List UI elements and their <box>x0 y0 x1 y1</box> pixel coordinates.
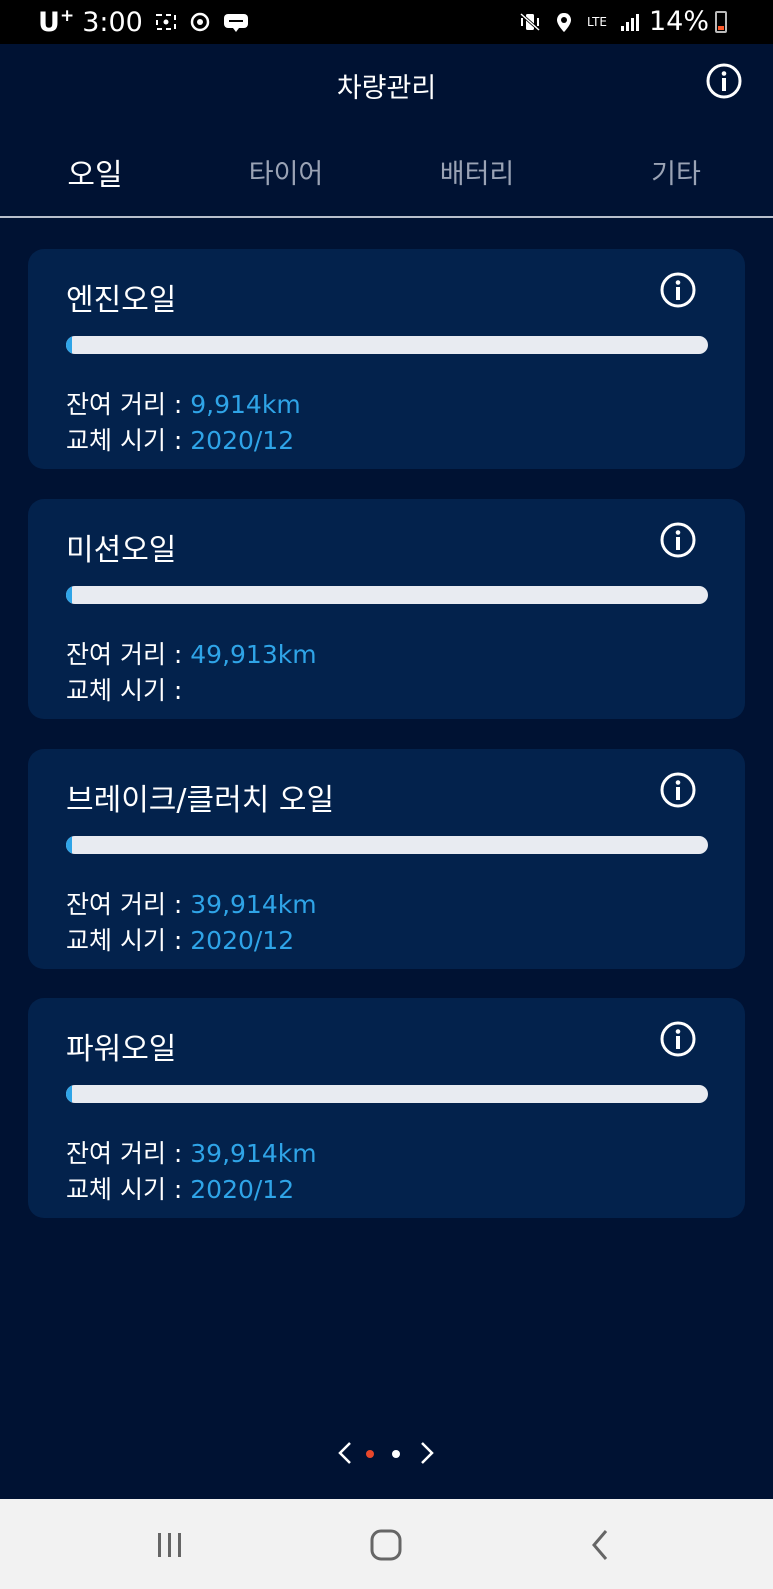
engine-oil-card: 엔진오일 잔여 거리 : 9,914km 교체 시기 : 2020/12 <box>28 249 745 469</box>
network-type: LTE <box>587 14 607 29</box>
progress-fill <box>66 836 73 854</box>
card-title: 브레이크/클러치 오일 <box>66 783 335 818</box>
replacement-date: 교체 시기 : <box>66 676 183 705</box>
page-indicator <box>0 1440 773 1470</box>
remaining-progress-bar <box>66 836 708 854</box>
back-icon[interactable] <box>582 1527 622 1563</box>
info-icon[interactable] <box>705 62 743 100</box>
progress-fill <box>66 336 73 354</box>
info-icon[interactable] <box>659 521 697 559</box>
tab-tire[interactable]: 타이어 <box>206 152 366 191</box>
card-title: 엔진오일 <box>66 283 177 318</box>
page-dot-1[interactable] <box>366 1450 374 1458</box>
info-icon[interactable] <box>659 1020 697 1058</box>
remaining-distance: 잔여 거리 : 49,913km <box>66 640 317 669</box>
home-icon[interactable] <box>366 1527 406 1563</box>
carrier-label: U+ <box>38 6 75 38</box>
chevron-left-icon[interactable] <box>336 1440 354 1466</box>
signal-icon <box>620 13 639 31</box>
sync-icon <box>190 12 210 32</box>
progress-fill <box>66 1085 73 1103</box>
blog-icon <box>223 14 248 32</box>
remaining-distance: 잔여 거리 : 9,914km <box>66 390 301 419</box>
tab-battery[interactable]: 배터리 <box>397 152 557 191</box>
vibrate-mute-icon <box>520 12 541 31</box>
battery-icon <box>715 10 727 33</box>
card-title: 파워오일 <box>66 1032 177 1067</box>
replacement-date: 교체 시기 : 2020/12 <box>66 926 295 955</box>
remaining-progress-bar <box>66 1085 708 1103</box>
replacement-date: 교체 시기 : 2020/12 <box>66 426 295 455</box>
info-icon[interactable] <box>659 771 697 809</box>
brake-clutch-oil-card: 브레이크/클러치 오일 잔여 거리 : 39,914km 교체 시기 : 202… <box>28 749 745 969</box>
status-bar: U+ 3:00 LTE 14% <box>0 0 773 44</box>
remaining-distance: 잔여 거리 : 39,914km <box>66 890 317 919</box>
recent-apps-icon[interactable] <box>150 1527 190 1563</box>
page-dot-2[interactable] <box>392 1450 400 1458</box>
tab-oil[interactable]: 오일 <box>15 150 175 194</box>
app-header: 차량관리 <box>0 44 773 124</box>
system-nav-bar <box>0 1499 773 1589</box>
page-title: 차량관리 <box>336 73 437 104</box>
remaining-progress-bar <box>66 336 708 354</box>
battery-percent: 14% <box>648 6 709 37</box>
power-oil-card: 파워오일 잔여 거리 : 39,914km 교체 시기 : 2020/12 <box>28 998 745 1218</box>
tab-bar: 오일 타이어 배터리 기타 <box>0 124 773 218</box>
info-icon[interactable] <box>659 271 697 309</box>
progress-fill <box>66 586 73 604</box>
location-icon <box>557 12 572 32</box>
replacement-date: 교체 시기 : 2020/12 <box>66 1175 295 1204</box>
remaining-progress-bar <box>66 586 708 604</box>
tab-etc[interactable]: 기타 <box>596 152 756 191</box>
screenshot-icon <box>155 14 176 30</box>
status-time: 3:00 <box>82 6 143 38</box>
chevron-right-icon[interactable] <box>418 1440 436 1466</box>
transmission-oil-card: 미션오일 잔여 거리 : 49,913km 교체 시기 : <box>28 499 745 719</box>
card-title: 미션오일 <box>66 533 177 568</box>
remaining-distance: 잔여 거리 : 39,914km <box>66 1139 317 1168</box>
